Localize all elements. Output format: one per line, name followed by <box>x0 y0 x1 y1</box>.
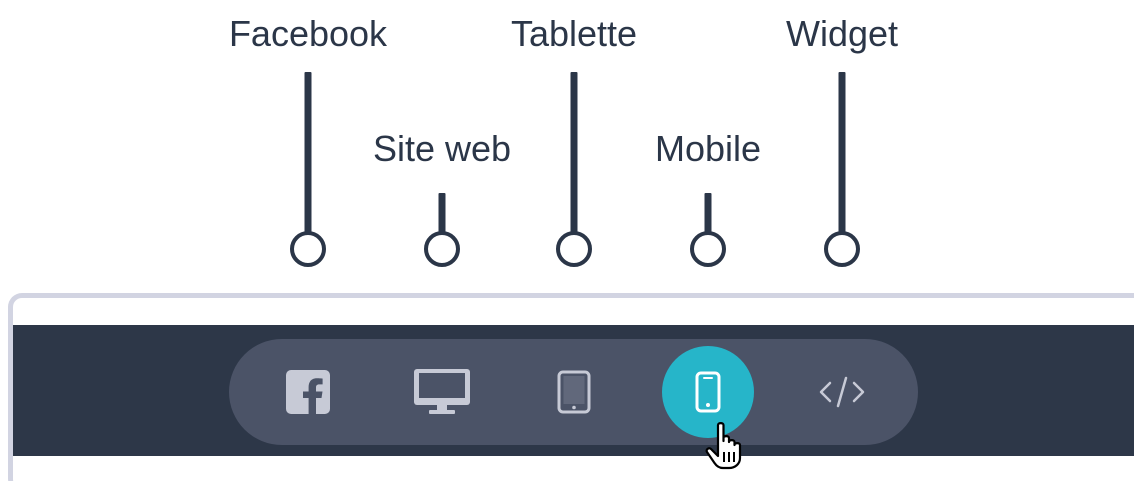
callout-marker-mobile <box>690 231 726 267</box>
callout-marker-facebook <box>290 231 326 267</box>
callout-line-mobile <box>704 193 712 232</box>
facebook-icon <box>286 370 330 414</box>
callout-label-widget: Widget <box>785 13 899 54</box>
hand-pointer-icon <box>705 422 742 470</box>
facebook-button[interactable] <box>262 339 354 445</box>
callout-line-widget <box>838 72 846 232</box>
widget-button[interactable] <box>796 339 888 445</box>
callout-line-tablet <box>570 72 578 232</box>
tablet-button[interactable] <box>528 339 620 445</box>
desktop-icon <box>414 369 470 414</box>
mobile-icon <box>695 371 721 413</box>
callout-label-facebook: Facebook <box>228 13 388 54</box>
code-icon <box>819 376 865 408</box>
callout-line-website <box>438 193 446 232</box>
tablet-icon <box>557 370 591 414</box>
callout-marker-website <box>424 231 460 267</box>
callout-label-tablet: Tablette <box>510 13 638 54</box>
website-button[interactable] <box>396 339 488 445</box>
callout-label-website: Site web <box>372 128 512 169</box>
callout-line-facebook <box>304 72 312 232</box>
callout-label-mobile: Mobile <box>654 128 762 169</box>
callout-marker-widget <box>824 231 860 267</box>
callout-marker-tablet <box>556 231 592 267</box>
